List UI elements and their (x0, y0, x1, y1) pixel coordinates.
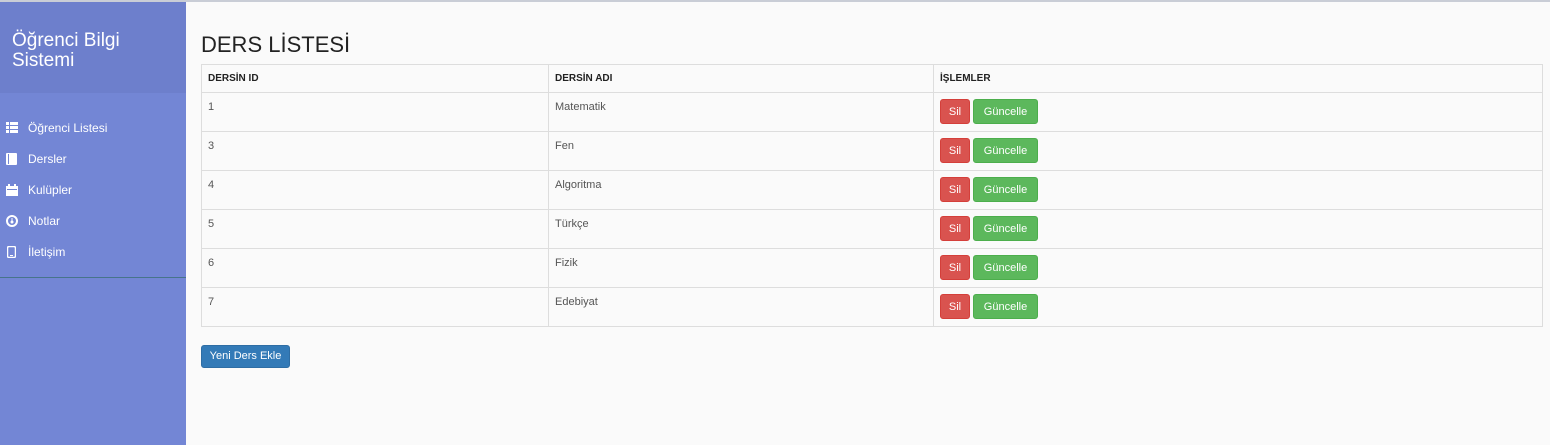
delete-button[interactable]: Sil (940, 177, 970, 202)
table-row: 7 Edebiyat Sil Güncelle (201, 287, 1543, 327)
update-button[interactable]: Güncelle (973, 294, 1038, 319)
delete-button[interactable]: Sil (940, 138, 970, 163)
sidebar-item-label: İletişim (28, 244, 66, 259)
table-row: 4 Algoritma Sil Güncelle (201, 170, 1543, 210)
delete-button[interactable]: Sil (940, 294, 970, 319)
phone-icon (5, 245, 18, 258)
delete-button[interactable]: Sil (940, 99, 970, 124)
cell-id: 5 (201, 209, 549, 249)
sidebar: Öğrenci Bilgi Sistemi Öğrenci Listesi De… (0, 2, 186, 445)
cell-actions: Sil Güncelle (933, 287, 1543, 327)
column-header-id: DERSİN ID (201, 64, 549, 93)
table-header-row: DERSİN ID DERSİN ADI İŞLEMLER (201, 64, 1543, 93)
page-title: DERS LİSTESİ (201, 32, 351, 57)
cell-actions: Sil Güncelle (933, 170, 1543, 210)
sidebar-item-notlar[interactable]: Notlar (0, 205, 186, 236)
app-title: Öğrenci Bilgi Sistemi (0, 2, 186, 93)
update-button[interactable]: Güncelle (973, 177, 1038, 202)
sidebar-item-iletisim[interactable]: İletişim (0, 236, 186, 267)
list-icon (5, 122, 18, 134)
cell-id: 7 (201, 287, 549, 327)
courses-table: DERSİN ID DERSİN ADI İŞLEMLER 1 Matemati… (201, 64, 1543, 327)
cell-name: Fen (548, 131, 934, 171)
update-button[interactable]: Güncelle (973, 99, 1038, 124)
cell-actions: Sil Güncelle (933, 92, 1543, 132)
cell-actions: Sil Güncelle (933, 131, 1543, 171)
update-button[interactable]: Güncelle (973, 255, 1038, 280)
cell-id: 1 (201, 92, 549, 132)
add-course-button[interactable]: Yeni Ders Ekle (201, 345, 290, 368)
delete-button[interactable]: Sil (940, 216, 970, 241)
main-content: DERS LİSTESİ DERSİN ID DERSİN ADI İŞLEML… (201, 30, 1543, 368)
calendar-icon (5, 183, 18, 196)
table-row: 6 Fizik Sil Güncelle (201, 248, 1543, 288)
cell-actions: Sil Güncelle (933, 248, 1543, 288)
sidebar-item-kulupler[interactable]: Kulüpler (0, 174, 186, 205)
table-row: 3 Fen Sil Güncelle (201, 131, 1543, 171)
book-icon (5, 152, 18, 165)
cell-id: 4 (201, 170, 549, 210)
cell-name: Algoritma (548, 170, 934, 210)
cell-name: Fizik (548, 248, 934, 288)
sidebar-menu: Öğrenci Listesi Dersler Kulüpler Notlar … (0, 93, 186, 278)
sidebar-item-ogrenci-listesi[interactable]: Öğrenci Listesi (0, 112, 186, 143)
cell-actions: Sil Güncelle (933, 209, 1543, 249)
update-button[interactable]: Güncelle (973, 216, 1038, 241)
top-border (0, 0, 1550, 2)
sidebar-item-label: Dersler (28, 151, 67, 166)
cell-id: 6 (201, 248, 549, 288)
cell-name: Edebiyat (548, 287, 934, 327)
sidebar-item-dersler[interactable]: Dersler (0, 143, 186, 174)
cell-name: Matematik (548, 92, 934, 132)
sidebar-item-label: Öğrenci Listesi (28, 120, 108, 135)
sidebar-item-label: Kulüpler (28, 182, 73, 197)
sidebar-item-label: Notlar (28, 213, 61, 228)
dashboard-icon (5, 214, 18, 227)
update-button[interactable]: Güncelle (973, 138, 1038, 163)
column-header-actions: İŞLEMLER (933, 64, 1543, 93)
delete-button[interactable]: Sil (940, 255, 970, 280)
cell-name: Türkçe (548, 209, 934, 249)
table-row: 1 Matematik Sil Güncelle (201, 92, 1543, 132)
cell-id: 3 (201, 131, 549, 171)
table-row: 5 Türkçe Sil Güncelle (201, 209, 1543, 249)
column-header-name: DERSİN ADI (548, 64, 934, 93)
